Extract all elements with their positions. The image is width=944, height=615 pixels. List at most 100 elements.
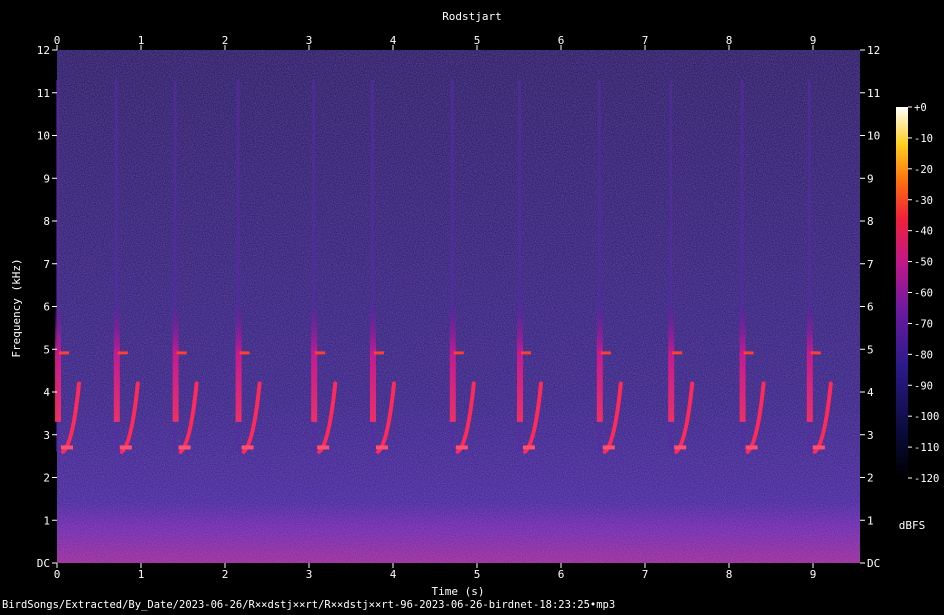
x-tick-label-bottom: 9 (810, 568, 817, 581)
colorbar-tick-label: -90 (914, 380, 933, 392)
call-note-low (745, 445, 758, 450)
call-whistle (596, 306, 603, 422)
x-tick-label-bottom: 6 (558, 568, 565, 581)
call-note-low (812, 445, 825, 450)
x-tick-label-bottom: 4 (390, 568, 397, 581)
call-whistle (113, 306, 120, 422)
spectrogram-plot-area (55, 50, 860, 563)
colorbar-tick-label: -60 (914, 288, 933, 300)
call-whistle (370, 306, 376, 422)
y-tick-label-right: 1 (867, 514, 874, 527)
y-tick-label-right: DC (867, 557, 880, 570)
y-tick-label-left: 8 (43, 215, 50, 228)
y-tick-label-right: 3 (867, 429, 874, 442)
x-tick-label-bottom: 3 (306, 568, 313, 581)
call-whistle (449, 306, 456, 422)
call-whistle (311, 306, 318, 422)
call-note-low (376, 445, 388, 450)
x-tick-label-bottom: 8 (726, 568, 733, 581)
call-note-high (239, 351, 250, 355)
colorbar-unit-label: dBFS (899, 519, 926, 532)
x-tick-label-bottom: 2 (222, 568, 229, 581)
colorbar-tick-label: -70 (914, 318, 933, 330)
call-note-low (674, 445, 687, 450)
x-tick-label-top: 7 (642, 34, 649, 47)
call-note-low (317, 445, 330, 450)
call-note-low (523, 445, 535, 450)
call-note-high (600, 351, 611, 355)
y-axis-left: DC123456789101112 (37, 44, 57, 570)
colorbar-tick-label: -10 (914, 133, 933, 145)
x-tick-label-top: 1 (138, 34, 145, 47)
y-tick-label-left: 4 (43, 386, 50, 399)
call-note-high (117, 351, 128, 355)
y-tick-label-left: DC (37, 557, 50, 570)
y-tick-label-right: 10 (867, 130, 880, 143)
x-tick-label-top: 0 (54, 34, 61, 47)
x-axis-label: Time (s) (432, 585, 485, 598)
y-tick-label-right: 11 (867, 87, 880, 100)
call-note-low (178, 445, 191, 450)
y-tick-label-left: 9 (43, 172, 50, 185)
call-note-high (315, 351, 326, 355)
call-whistle (517, 306, 523, 422)
x-tick-label-top: 8 (726, 34, 733, 47)
call-whistle (668, 306, 675, 422)
call-whistle (806, 306, 813, 422)
call-note-low (455, 445, 468, 450)
call-note-high (59, 351, 69, 355)
call-whistle (172, 306, 179, 422)
colorbar-tick-label: -50 (914, 257, 933, 269)
y-tick-label-left: 10 (37, 130, 50, 143)
call-whistle (739, 306, 746, 422)
spectrogram-chart: 0123456789 0123456789 DC123456789101112 … (2, 10, 939, 611)
colorbar-tick-label: -110 (914, 442, 939, 454)
x-tick-label-top: 5 (474, 34, 481, 47)
x-tick-label-top: 3 (306, 34, 313, 47)
y-tick-label-left: 3 (43, 429, 50, 442)
y-tick-label-left: 1 (43, 514, 50, 527)
colorbar-tick-label: +0 (914, 102, 927, 114)
call-note-low (119, 445, 132, 450)
call-note-high (176, 351, 187, 355)
x-tick-label-bottom: 5 (474, 568, 481, 581)
footer-file-path: BirdSongs/Extracted/By_Date/2023-06-26/R… (2, 599, 615, 611)
x-tick-label-bottom: 0 (54, 568, 61, 581)
colorbar-tick-label: -40 (914, 226, 933, 238)
y-tick-label-right: 12 (867, 44, 880, 57)
colorbar-tick-label: -20 (914, 164, 933, 176)
x-tick-label-bottom: 1 (138, 568, 145, 581)
x-tick-label-top: 6 (558, 34, 565, 47)
call-note-low (61, 445, 73, 450)
y-tick-label-right: 4 (867, 386, 874, 399)
colorbar-tick-label: -100 (914, 411, 939, 423)
x-axis-bottom: 0 1 2 3 4 5 6 7 8 9 (54, 563, 817, 581)
x-axis-top: 0 1 2 3 4 5 6 7 8 9 (54, 34, 817, 50)
call-note-high (743, 351, 754, 355)
call-whistle (55, 306, 61, 422)
call-note-high (521, 351, 531, 355)
x-tick-label-top: 2 (222, 34, 229, 47)
y-tick-label-right: 2 (867, 472, 874, 485)
call-note-high (453, 351, 464, 355)
call-note-low (602, 445, 615, 450)
colorbar-tick-label: -30 (914, 195, 933, 207)
y-axis-label: Frequency (kHz) (10, 258, 23, 357)
y-tick-label-right: 9 (867, 172, 874, 185)
x-tick-label-bottom: 7 (642, 568, 649, 581)
chart-title: Rodstjart (442, 10, 502, 23)
call-whistle (235, 306, 242, 422)
y-tick-label-left: 5 (43, 343, 50, 356)
y-tick-label-left: 6 (43, 301, 50, 314)
y-tick-label-left: 11 (37, 87, 50, 100)
colorbar-tick-label: -120 (914, 473, 939, 485)
x-tick-label-top: 4 (390, 34, 397, 47)
colorbar-tick-label: -80 (914, 349, 933, 361)
colorbar-gradient (896, 107, 908, 478)
y-tick-label-left: 7 (43, 258, 50, 271)
y-tick-label-left: 12 (37, 44, 50, 57)
x-tick-label-top: 9 (810, 34, 817, 47)
y-tick-label-right: 7 (867, 258, 874, 271)
call-note-high (672, 351, 683, 355)
call-note-low (241, 445, 254, 450)
